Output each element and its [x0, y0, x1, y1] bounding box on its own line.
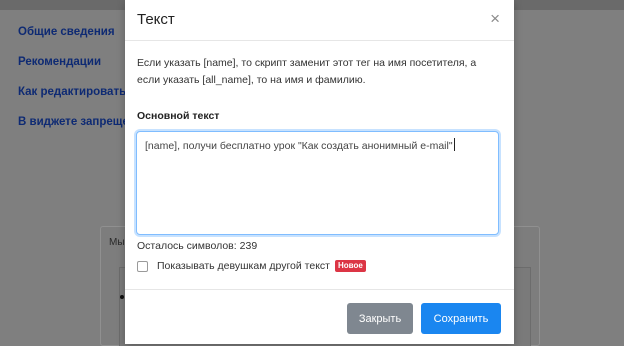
alt-text-checkbox[interactable] [137, 260, 148, 272]
main-text-textarea[interactable]: [name], получи бесплатно урок "Как созда… [136, 131, 499, 235]
new-badge: Новое [334, 260, 366, 272]
modal-description: Если указать [name], то скрипт заменит э… [137, 57, 477, 86]
alt-text-checkbox-label[interactable]: Показывать девушкам другой текст [157, 260, 330, 272]
sidebar-link-recommendations[interactable]: Рекомендации [18, 56, 128, 68]
main-text-label: Основной текст [137, 110, 220, 122]
close-button[interactable]: Закрыть [347, 303, 413, 334]
sidebar-link-how-to-edit[interactable]: Как редактировать [18, 86, 128, 98]
background-sidebar: Общие сведения Рекомендации Как редактир… [18, 26, 128, 146]
chars-left-counter: Осталось символов: 239 [137, 240, 257, 252]
chars-left-label: Осталось символов: [137, 240, 237, 252]
alt-text-option: Показывать девушкам другой текст Новое [137, 259, 366, 273]
close-icon[interactable]: × [490, 10, 500, 27]
chars-left-value: 239 [239, 240, 258, 252]
text-modal: Текст × Если указать [name], то скрипт з… [125, 0, 514, 344]
textarea-value: [name], получи бесплатно урок "Как созда… [145, 140, 453, 152]
modal-header: Текст × [125, 0, 514, 41]
modal-footer: Закрыть Сохранить [125, 289, 514, 345]
modal-title: Текст [137, 11, 175, 28]
background-card-label: Мы [109, 237, 125, 248]
background-dot [120, 295, 124, 299]
sidebar-link-general[interactable]: Общие сведения [18, 26, 128, 38]
text-caret [453, 138, 455, 151]
sidebar-link-forbidden[interactable]: В виджете запрещено [18, 116, 128, 128]
save-button[interactable]: Сохранить [421, 303, 501, 334]
